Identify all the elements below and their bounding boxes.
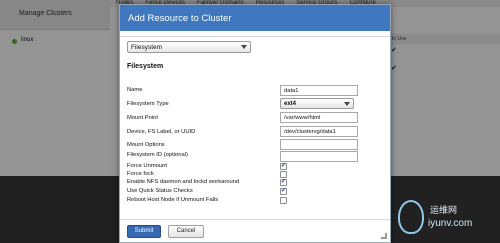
mount-options-input[interactable] [280, 139, 358, 150]
add-resource-dialog: Add Resource to Cluster Filesystem Files… [119, 4, 391, 243]
reboot-on-fail-label: Reboot Host Node if Unmount Fails [127, 197, 219, 203]
divider [120, 219, 390, 220]
resource-type-value: Filesystem [131, 44, 163, 51]
section-title: Filesystem [127, 63, 164, 70]
nfs-workaround-checkbox[interactable]: ✔ [280, 179, 287, 186]
force-fsck-checkbox[interactable] [280, 171, 287, 178]
watermark-url: iyunv.com [428, 218, 473, 229]
fs-type-select[interactable]: ext4 [280, 98, 354, 109]
chevron-down-icon [241, 45, 247, 49]
mount-point-label: Mount Point [127, 115, 158, 121]
cancel-button[interactable]: Cancel [168, 225, 204, 238]
fs-type-value: ext4 [284, 101, 297, 107]
resource-type-select[interactable]: Filesystem [127, 41, 251, 53]
name-input[interactable]: data1 [280, 85, 358, 96]
mount-point-input[interactable]: /var/www/html [280, 112, 358, 123]
reboot-on-fail-checkbox[interactable] [280, 197, 287, 204]
name-label: Name [127, 87, 143, 93]
fs-id-input[interactable] [280, 151, 358, 162]
force-unmount-label: Force Unmount [127, 163, 167, 169]
mount-options-label: Mount Options [127, 142, 165, 148]
submit-button[interactable]: Submit [127, 225, 161, 238]
watermark-logo [398, 200, 424, 234]
fs-type-label: Filesystem Type [127, 101, 169, 107]
name-value: data1 [284, 88, 299, 94]
dialog-title: Add Resource to Cluster [128, 13, 232, 24]
nfs-workaround-label: Enable NFS daemon and lockd workaround [127, 179, 240, 185]
device-input[interactable]: /dev/clustervg/data1 [280, 126, 358, 137]
quick-status-label: Use Quick Status Checks [127, 188, 193, 194]
divider [120, 36, 390, 37]
force-fsck-label: Force fsck [127, 171, 154, 177]
device-label: Device, FS Label, or UUID [127, 129, 196, 135]
fs-id-label: Filesystem ID (optional) [127, 152, 188, 158]
quick-status-checkbox[interactable]: ✔ [280, 188, 287, 195]
force-unmount-checkbox[interactable]: ✔ [280, 163, 287, 170]
dialog-header: Add Resource to Cluster [120, 5, 390, 31]
resize-grip-icon[interactable] [381, 233, 387, 239]
watermark-text: 运维网 [430, 205, 458, 215]
mount-point-value: /var/www/html [284, 115, 321, 121]
chevron-down-icon [344, 102, 350, 106]
device-value: /dev/clustervg/data1 [284, 129, 336, 135]
